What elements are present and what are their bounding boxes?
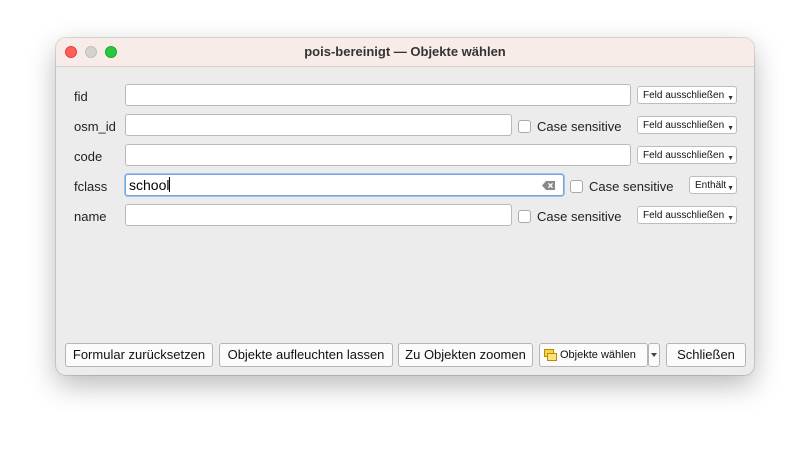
name-case-label: Case sensitive	[537, 209, 622, 224]
osm-id-mode-label: Feld ausschließen	[643, 120, 725, 131]
field-label-fid: fid	[74, 89, 88, 104]
name-case-checkbox[interactable]	[518, 210, 531, 223]
close-button[interactable]: Schließen	[666, 343, 746, 367]
osm-id-mode-select[interactable]: Feld ausschließen ▼	[637, 116, 737, 134]
fid-mode-select[interactable]: Feld ausschließen ▼	[637, 86, 737, 104]
chevron-down-icon: ▼	[727, 155, 734, 162]
select-features-button[interactable]: Objekte wählen	[539, 343, 648, 367]
fclass-input[interactable]: school	[125, 174, 564, 196]
chevron-down-icon: ▼	[727, 215, 734, 222]
select-features-dropdown[interactable]	[648, 343, 660, 367]
field-label-fclass: fclass	[74, 179, 108, 194]
flash-features-button[interactable]: Objekte aufleuchten lassen	[219, 343, 393, 367]
fid-input[interactable]	[125, 84, 631, 106]
name-mode-label: Feld ausschließen	[643, 210, 725, 221]
fclass-input-value: school	[129, 177, 170, 193]
text-caret	[169, 177, 171, 192]
select-features-dialog: pois-bereinigt — Objekte wählen fid Feld…	[56, 38, 754, 375]
titlebar: pois-bereinigt — Objekte wählen	[56, 38, 754, 67]
osm-id-case-checkbox[interactable]	[518, 120, 531, 133]
window-title: pois-bereinigt — Objekte wählen	[304, 44, 506, 59]
code-input[interactable]	[125, 144, 631, 166]
name-mode-select[interactable]: Feld ausschließen ▼	[637, 206, 737, 224]
osm-id-case-label: Case sensitive	[537, 119, 622, 134]
field-label-osm-id: osm_id	[74, 119, 116, 134]
select-features-label: Objekte wählen	[560, 349, 636, 361]
clear-text-icon[interactable]	[542, 181, 555, 190]
name-input[interactable]	[125, 204, 512, 226]
fclass-case-checkbox[interactable]	[570, 180, 583, 193]
chevron-down-icon: ▼	[727, 185, 734, 192]
code-mode-select[interactable]: Feld ausschließen ▼	[637, 146, 737, 164]
chevron-down-icon: ▼	[727, 95, 734, 102]
zoom-to-features-button[interactable]: Zu Objekten zoomen	[398, 343, 533, 367]
field-label-code: code	[74, 149, 103, 164]
osm-id-input[interactable]	[125, 114, 512, 136]
select-features-icon	[544, 349, 557, 361]
fclass-mode-label: Enthält	[695, 180, 727, 191]
reset-form-button[interactable]: Formular zurücksetzen	[65, 343, 213, 367]
fclass-case-label: Case sensitive	[589, 179, 674, 194]
code-mode-label: Feld ausschließen	[643, 150, 725, 161]
fclass-mode-select[interactable]: Enthält ▼	[689, 176, 737, 194]
chevron-down-icon: ▼	[727, 125, 734, 132]
chevron-down-icon	[651, 353, 657, 357]
field-label-name: name	[74, 209, 107, 224]
fid-mode-label: Feld ausschließen	[643, 90, 725, 101]
